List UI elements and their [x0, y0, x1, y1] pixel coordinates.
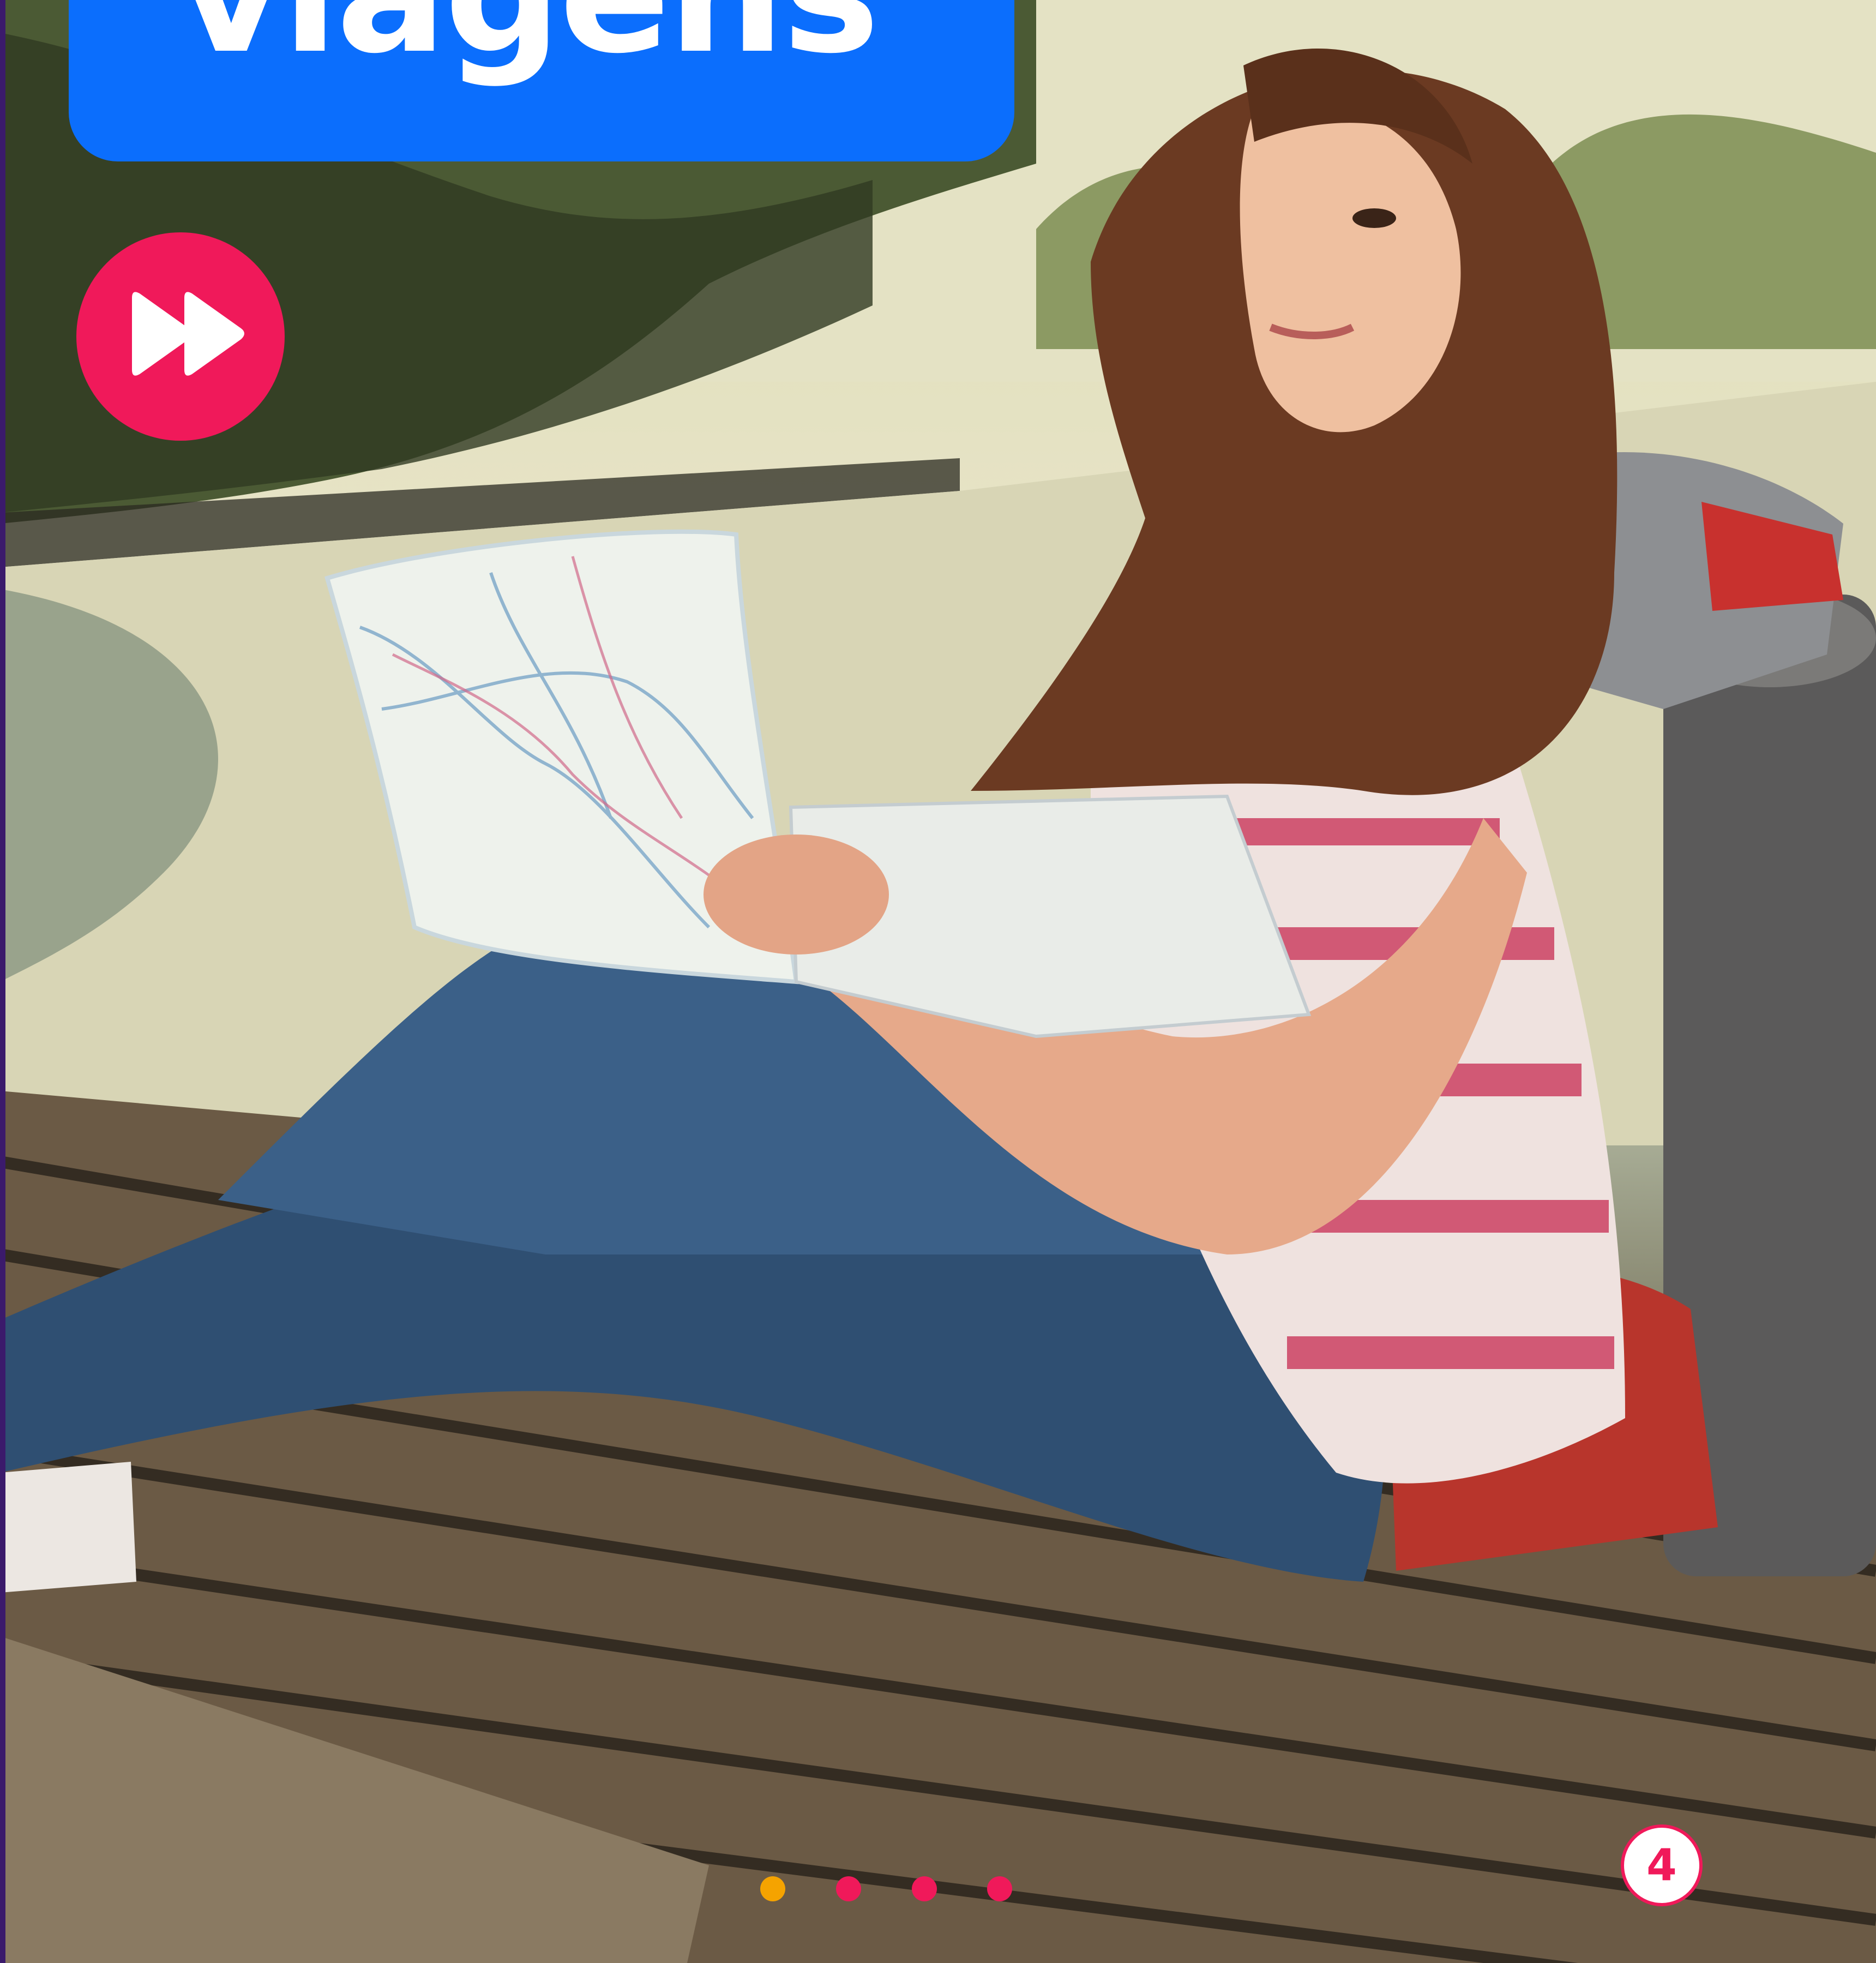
sneaker [0, 1462, 136, 1593]
pagination-dot-2[interactable] [836, 1876, 861, 1901]
page-title: viagens [178, 0, 880, 76]
pagination-dot-1[interactable] [760, 1876, 785, 1901]
title-banner: viagens [69, 0, 1014, 161]
pagination-dot-3[interactable] [912, 1876, 937, 1901]
page-number-badge: 4 [1621, 1824, 1703, 1906]
hand [703, 835, 889, 955]
pagination-dot-4[interactable] [987, 1876, 1012, 1901]
fast-forward-icon [132, 292, 244, 376]
page-number: 4 [1646, 1840, 1677, 1890]
eye [1352, 208, 1396, 228]
fast-forward-button[interactable] [76, 232, 285, 441]
page-edge-stripe [0, 0, 5, 1963]
